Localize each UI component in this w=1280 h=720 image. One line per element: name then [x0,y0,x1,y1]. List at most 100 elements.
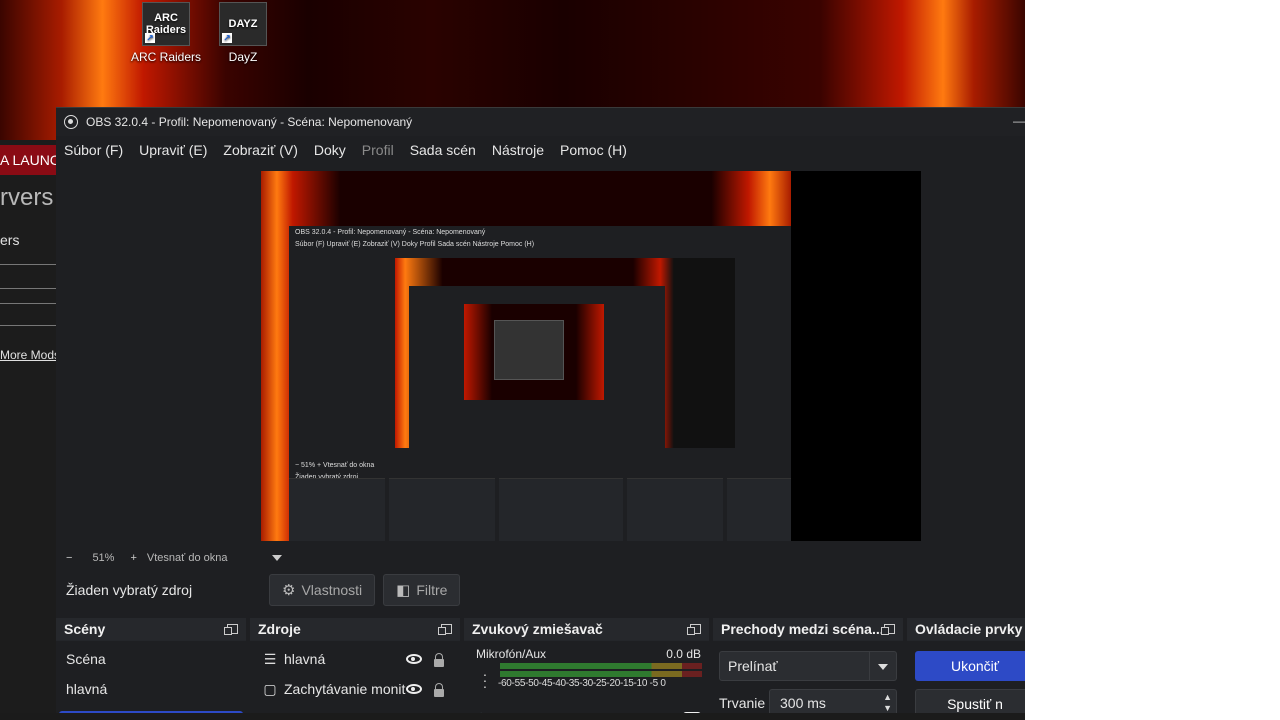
source-item[interactable]: ☰ hlavná [262,647,452,671]
minimize-icon[interactable]: — [1013,114,1025,128]
start-button[interactable]: Spustiť n [915,689,1025,713]
nested-mixer-dock [499,478,623,541]
channel-name: Mikrofón/Aux [476,647,547,661]
obs-logo-icon [64,115,78,129]
scenes-dock: Scény Scéna hlavná [56,618,246,713]
filter-icon: ◧ [396,582,411,599]
desktop-icon-arc-raiders[interactable]: ARC Raiders ↗ ARC Raiders [130,2,202,64]
dock-title: Prechody medzi scéna... [721,621,884,637]
nested-scenes-dock [289,478,385,541]
visibility-eye-icon[interactable] [406,654,422,664]
menu-help[interactable]: Pomoc (H) [560,142,627,158]
visibility-eye-icon[interactable] [406,684,422,694]
source-item[interactable]: ▢ Zachytávanie monit [262,677,452,701]
scenes-list: Scéna hlavná [56,641,246,713]
preview-nested-obs: OBS 32.0.4 - Profil: Nepomenovaný - Scén… [289,226,791,541]
divider [0,288,56,289]
dock-header: Ovládacie prvky [907,618,1025,640]
nested-controls-dock [727,478,791,541]
nested-sources-dock [389,478,495,541]
stop-button[interactable]: Ukončiť [915,651,1025,681]
duration-input[interactable]: 300 ms ▲ ▼ [769,689,897,713]
nested-docks: − 51% + Vtesnať do okna Žiaden vybratý z… [289,458,791,541]
source-toolbar: Žiaden vybratý zdroj ⚙ Vlastnosti ◧ Filt… [56,570,1025,610]
chevron-down-icon[interactable] [878,664,888,670]
menu-docks[interactable]: Doky [314,142,346,158]
scene-item[interactable]: hlavná [66,681,107,697]
undock-icon[interactable] [881,624,895,635]
launcher-subheading: ers [0,232,20,248]
controls-dock: Ovládacie prvky Ukončiť Spustiť n [907,618,1025,713]
undock-icon[interactable] [687,624,701,635]
divider [0,264,56,265]
desktop-icon-dayz[interactable]: DAYZ ↗ DayZ [207,2,279,64]
nested-preview [395,258,735,448]
lock-icon[interactable] [434,683,444,697]
undock-icon[interactable] [438,624,452,635]
menu-profile[interactable]: Profil [362,142,394,158]
nested-menu: Súbor (F) Upraviť (E) Zobraziť (V) Doky … [295,241,535,248]
transition-select[interactable]: Prelínať [719,651,897,681]
obs-window: OBS 32.0.4 - Profil: Nepomenovaný - Scén… [56,107,1025,713]
nested-obs-3 [494,320,564,380]
nested-transitions-dock [627,478,723,541]
dock-header: Prechody medzi scéna... [713,618,903,640]
nested-preview-2 [464,304,604,400]
zoom-fit-select[interactable]: Vtesnať do okna [147,552,272,564]
menu-bar: Súbor (F) Upraviť (E) Zobraziť (V) Doky … [56,137,643,163]
audio-mixer-dock: Zvukový zmiešavač Mikrofón/Aux 0.0 dB · ·… [464,618,709,713]
filters-button[interactable]: ◧ Filtre [383,574,461,606]
level-meter [500,671,702,677]
background-launcher-window: A LAUNC rvers ers More Mods [0,140,60,720]
menu-edit[interactable]: Upraviť (E) [139,142,207,158]
meter-scale: -60-55-50-45-40-35-30-25-20-15-10 -5 0 [498,678,666,689]
menu-scene-collection[interactable]: Sada scén [410,142,476,158]
launcher-banner: A LAUNC [0,145,56,175]
zoom-value: 51% [92,552,115,564]
nested-obs-2 [409,286,665,448]
level-meter [500,663,702,669]
scene-item[interactable]: Scéna [66,651,106,667]
mixer-channel: Mikrofón/Aux 0.0 dB · · · -60-55-50-45-40-… [464,641,709,713]
dock-header: Zdroje [250,618,460,640]
lock-icon[interactable] [434,653,444,667]
program-preview[interactable]: OBS 32.0.4 - Profil: Nepomenovaný - Scén… [261,171,921,541]
gear-icon: ⚙ [282,582,296,599]
properties-button[interactable]: ⚙ Vlastnosti [269,574,376,606]
divider [0,303,56,304]
divider [0,325,56,326]
dock-title: Ovládacie prvky [915,621,1023,637]
launcher-heading: rvers [0,184,54,211]
menu-view[interactable]: Zobraziť (V) [223,142,297,158]
blank-area [1025,0,1280,720]
transitions-dock: Prechody medzi scéna... Prelínať Trvanie… [713,618,903,713]
zoom-in-button[interactable]: + [130,552,136,564]
window-title: OBS 32.0.4 - Profil: Nepomenovaný - Scén… [86,115,413,129]
more-mods-link[interactable]: More Mods [0,348,60,362]
spinner-arrows-icon[interactable]: ▲ ▼ [883,692,892,713]
dock-title: Zdroje [258,621,301,637]
duration-label: Trvanie [719,695,766,711]
menu-file[interactable]: Súbor (F) [64,142,123,158]
undock-icon[interactable] [224,624,238,635]
sources-list: ☰ hlavná ▢ Zachytávanie monit [250,641,460,713]
kebab-menu-icon[interactable]: · · · [482,667,488,693]
desktop-icon-label: DayZ [228,50,258,64]
nested-title: OBS 32.0.4 - Profil: Nepomenovaný - Scén… [295,229,486,236]
menu-tools[interactable]: Nástroje [492,142,544,158]
dock-title: Zvukový zmiešavač [472,621,603,637]
window-titlebar: OBS 32.0.4 - Profil: Nepomenovaný - Scén… [56,108,1025,136]
preview-area: OBS 32.0.4 - Profil: Nepomenovaný - Scén… [58,168,1023,548]
zoom-out-button[interactable]: − [66,552,72,564]
desktop-icon-label: ARC Raiders [130,50,202,64]
zoom-bar: − 51% + Vtesnať do okna [56,548,1025,568]
dock-header: Zvukový zmiešavač [464,618,709,640]
monitor-capture-icon: ▢ [263,680,277,697]
no-source-label: Žiaden vybratý zdroj [66,582,193,598]
dock-header: Scény [56,618,246,640]
dayz-icon: DAYZ ↗ [219,2,267,46]
taskbar [0,713,1025,720]
chevron-down-icon[interactable] [271,555,282,561]
sources-dock: Zdroje ☰ hlavná ▢ Zachytávanie monit [250,618,460,713]
dock-title: Scény [64,621,106,637]
